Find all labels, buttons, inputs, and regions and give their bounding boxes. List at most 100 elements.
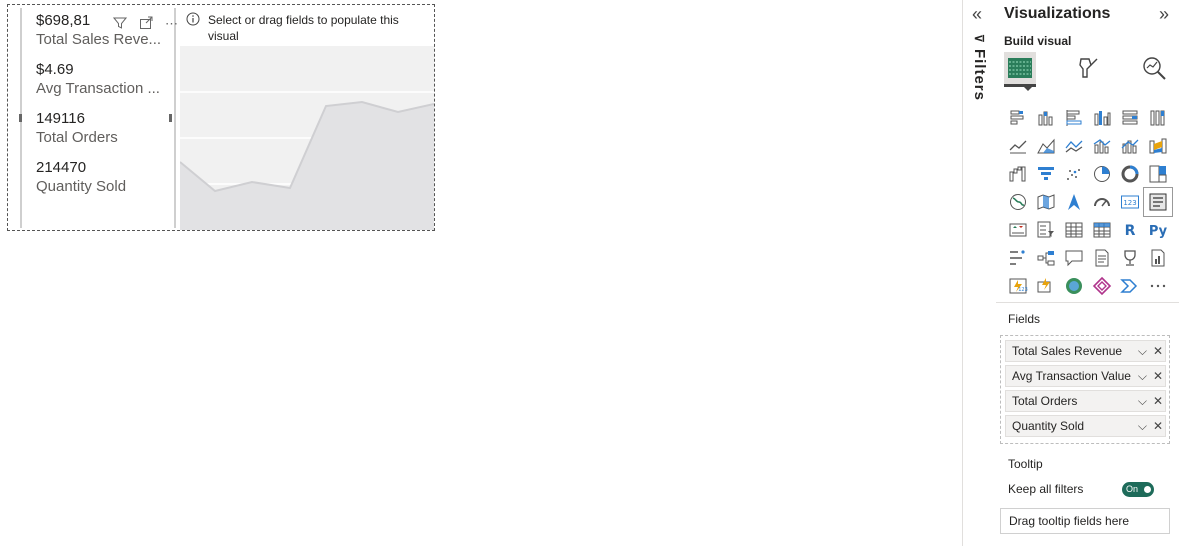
power-apps-icon[interactable]: 123 xyxy=(1004,272,1032,300)
fields-label: Fields xyxy=(1008,312,1041,326)
donut-chart-icon[interactable] xyxy=(1116,160,1144,188)
multi-row-card-icon[interactable] xyxy=(1143,187,1173,217)
clustered-column-icon[interactable] xyxy=(1088,104,1116,132)
fields-grid-icon xyxy=(1008,58,1032,78)
field-pill-label: Avg Transaction Value xyxy=(1012,369,1131,383)
stacked-bar-icon[interactable] xyxy=(1004,104,1032,132)
stacked-column-icon[interactable] xyxy=(1032,104,1060,132)
matrix-icon[interactable] xyxy=(1088,216,1116,244)
filters-label[interactable]: ⊽ Filters xyxy=(971,34,988,101)
qa-icon[interactable] xyxy=(1060,244,1088,272)
kpi-avg-transaction-value: $4.69 Avg Transaction ... xyxy=(36,61,160,97)
resize-handle-left[interactable] xyxy=(19,114,22,122)
arcgis-icon[interactable] xyxy=(1060,272,1088,300)
kpi-value: 214470 xyxy=(36,159,87,176)
tooltip-section-label: Tooltip xyxy=(1008,457,1043,471)
keep-all-filters-label: Keep all filters xyxy=(1008,482,1084,496)
field-pill[interactable]: Total Sales Revenue ⌵ ✕ xyxy=(1005,340,1166,362)
field-pill-label: Quantity Sold xyxy=(1012,419,1085,433)
close-icon[interactable]: ✕ xyxy=(1153,391,1163,411)
metrics-icon[interactable] xyxy=(1116,244,1144,272)
clustered-bar-icon[interactable] xyxy=(1060,104,1088,132)
expand-filters-icon[interactable]: « xyxy=(972,4,982,25)
filter-funnel-icon: ⊽ xyxy=(972,34,986,44)
map-icon[interactable] xyxy=(1004,188,1032,216)
line-clustered-column-icon[interactable] xyxy=(1088,132,1116,160)
waterfall-icon[interactable] xyxy=(1004,160,1032,188)
tooltip-fields-well[interactable]: Drag tooltip fields here xyxy=(1000,508,1170,534)
diamond-icon[interactable] xyxy=(1088,272,1116,300)
chevron-down-icon[interactable]: ⌵ xyxy=(1138,366,1147,386)
scatter-icon[interactable] xyxy=(1060,160,1088,188)
toggle-text: On xyxy=(1126,484,1139,494)
kpi-icon[interactable] xyxy=(1004,216,1032,244)
resize-handle-right[interactable] xyxy=(169,114,172,122)
chevron-down-icon[interactable]: ⌵ xyxy=(1138,416,1147,436)
more-options-icon[interactable]: ⋯ xyxy=(165,16,179,33)
svg-text:123: 123 xyxy=(1018,287,1028,293)
kpi-total-orders: 149116 Total Orders xyxy=(36,110,118,146)
build-visual-tab[interactable] xyxy=(1004,52,1036,87)
table-icon[interactable] xyxy=(1060,216,1088,244)
close-icon[interactable]: ✕ xyxy=(1153,341,1163,361)
100-stacked-column-icon[interactable] xyxy=(1144,104,1172,132)
kpi-value: 149116 xyxy=(36,110,85,127)
decomposition-tree-icon[interactable] xyxy=(1032,244,1060,272)
placeholder-text: Select or drag fields to populate this v… xyxy=(208,13,399,43)
ribbon-chart-icon[interactable] xyxy=(1144,132,1172,160)
kpi-label: Quantity Sold xyxy=(36,178,127,195)
keep-all-filters-toggle[interactable]: On xyxy=(1122,482,1154,497)
svg-text:123: 123 xyxy=(1123,199,1136,207)
field-pill[interactable]: Total Orders ⌵ ✕ xyxy=(1005,390,1166,412)
multi-row-card-visual[interactable]: $698,81 Total Sales Reve... $4.69 Avg Tr… xyxy=(19,8,179,228)
visualizations-title: Visualizations xyxy=(1004,5,1111,22)
placeholder-message: Select or drag fields to populate this v… xyxy=(186,12,426,44)
report-canvas[interactable]: $698,81 Total Sales Reve... $4.69 Avg Tr… xyxy=(0,0,962,546)
field-pill-label: Total Orders xyxy=(1012,394,1078,408)
power-automate-icon[interactable] xyxy=(1032,272,1060,300)
treemap-icon[interactable] xyxy=(1144,160,1172,188)
paintbrush-icon xyxy=(1079,58,1098,78)
r-visual-icon[interactable]: R xyxy=(1116,216,1144,244)
field-pill-label: Total Sales Revenue xyxy=(1012,344,1123,358)
chevron-visual-icon[interactable] xyxy=(1116,272,1144,300)
azure-map-icon[interactable] xyxy=(1060,188,1088,216)
gauge-icon[interactable] xyxy=(1088,188,1116,216)
kpi-label: Total Sales Reve... xyxy=(36,31,162,48)
filled-map-icon[interactable] xyxy=(1032,188,1060,216)
analytics-tab[interactable] xyxy=(1138,52,1170,84)
line-stacked-column-icon[interactable] xyxy=(1116,132,1144,160)
fields-well[interactable]: Total Sales Revenue ⌵ ✕ Avg Transaction V… xyxy=(1000,335,1170,444)
field-pill[interactable]: Avg Transaction Value ⌵ ✕ xyxy=(1005,365,1166,387)
active-tab-indicator xyxy=(1022,85,1034,91)
close-icon[interactable]: ✕ xyxy=(1153,366,1163,386)
chevron-down-icon[interactable]: ⌵ xyxy=(1138,341,1147,361)
collapse-pane-icon[interactable]: » xyxy=(1159,4,1169,25)
slicer-icon[interactable] xyxy=(1032,216,1060,244)
line-chart-icon[interactable] xyxy=(1004,132,1032,160)
chevron-down-icon[interactable]: ⌵ xyxy=(1138,391,1147,411)
build-visual-tabs xyxy=(1004,52,1174,91)
filter-icon[interactable] xyxy=(112,16,128,33)
python-visual-icon[interactable]: Py xyxy=(1144,216,1172,244)
visual-header: ⋯ xyxy=(112,16,179,33)
toggle-knob xyxy=(1144,486,1151,493)
pie-chart-icon[interactable] xyxy=(1088,160,1116,188)
empty-visual-placeholder[interactable]: Select or drag fields to populate this v… xyxy=(179,8,435,230)
narrative-icon[interactable] xyxy=(1088,244,1116,272)
close-icon[interactable]: ✕ xyxy=(1153,416,1163,436)
stacked-area-icon[interactable] xyxy=(1060,132,1088,160)
kpi-label: Total Orders xyxy=(36,129,118,146)
field-pill[interactable]: Quantity Sold ⌵ ✕ xyxy=(1005,415,1166,437)
more-visuals-icon[interactable] xyxy=(1144,272,1172,300)
kpi-value: $4.69 xyxy=(36,61,74,78)
paginated-report-icon[interactable] xyxy=(1144,244,1172,272)
filters-pane-collapsed[interactable]: « ⊽ Filters xyxy=(962,0,998,546)
area-chart-icon[interactable] xyxy=(1032,132,1060,160)
funnel-icon[interactable] xyxy=(1032,160,1060,188)
key-influencers-icon[interactable] xyxy=(1004,244,1032,272)
100-stacked-bar-icon[interactable] xyxy=(1116,104,1144,132)
format-visual-tab[interactable] xyxy=(1072,52,1104,84)
focus-mode-icon[interactable] xyxy=(139,16,153,33)
card-icon[interactable]: 123 xyxy=(1116,188,1144,216)
